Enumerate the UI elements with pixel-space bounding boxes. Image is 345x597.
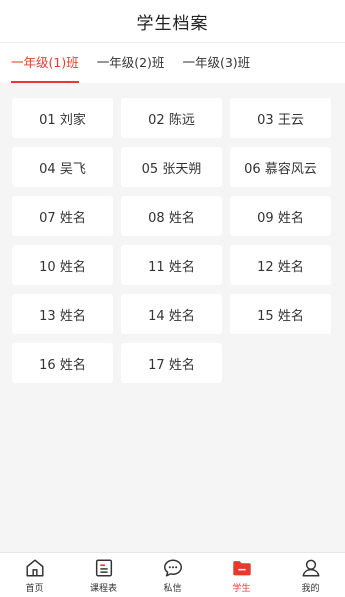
- tabbar-label: 我的: [301, 583, 320, 594]
- student-card[interactable]: 14 姓名: [121, 294, 222, 334]
- student-card[interactable]: 15 姓名: [230, 294, 331, 334]
- student-card[interactable]: 03 王云: [230, 98, 331, 138]
- app-header: 学生档案: [0, 0, 345, 43]
- student-card[interactable]: 12 姓名: [230, 245, 331, 285]
- tab-class-1[interactable]: 一年级(1)班: [11, 43, 79, 83]
- tabbar-label: 学生: [232, 583, 251, 594]
- student-card[interactable]: 08 姓名: [121, 196, 222, 236]
- class-tabs: 一年级(1)班 一年级(2)班 一年级(3)班: [0, 43, 345, 84]
- tab-class-2[interactable]: 一年级(2)班: [97, 43, 165, 83]
- student-card[interactable]: 13 姓名: [12, 294, 113, 334]
- schedule-icon: [95, 558, 112, 577]
- tabbar-item-messages[interactable]: 私信: [138, 557, 207, 594]
- message-icon: [163, 558, 182, 577]
- tabbar-label: 课程表: [89, 583, 117, 594]
- student-card[interactable]: 06 慕容风云: [230, 147, 331, 187]
- student-grid: 01 刘家 02 陈远 03 王云 04 吴飞 05 张天朔 06 慕容风云 0…: [0, 83, 345, 383]
- student-card[interactable]: 04 吴飞: [12, 147, 113, 187]
- student-card[interactable]: 07 姓名: [12, 196, 113, 236]
- student-card[interactable]: 09 姓名: [230, 196, 331, 236]
- tabbar-label: 私信: [163, 583, 182, 594]
- student-card[interactable]: 10 姓名: [12, 245, 113, 285]
- home-icon: [25, 558, 44, 577]
- tab-class-3[interactable]: 一年级(3)班: [182, 43, 250, 83]
- user-icon: [301, 559, 320, 577]
- tabbar-item-home[interactable]: 首页: [0, 557, 69, 594]
- student-card[interactable]: 01 刘家: [12, 98, 113, 138]
- student-card[interactable]: 02 陈远: [121, 98, 222, 138]
- student-card[interactable]: 05 张天朔: [121, 147, 222, 187]
- student-card[interactable]: 11 姓名: [121, 245, 222, 285]
- page-title: 学生档案: [136, 13, 209, 34]
- tabbar-label: 首页: [25, 583, 44, 594]
- student-list-area: 01 刘家 02 陈远 03 王云 04 吴飞 05 张天朔 06 慕容风云 0…: [0, 83, 345, 553]
- tabbar-item-profile[interactable]: 我的: [276, 557, 345, 594]
- tabbar-item-students[interactable]: 学生: [207, 557, 276, 594]
- student-card[interactable]: 17 姓名: [121, 343, 222, 383]
- tabbar-item-schedule[interactable]: 课程表: [69, 557, 138, 594]
- bottom-tabbar: 首页 课程表 私信 学生 我的: [0, 552, 345, 597]
- folder-icon: [232, 560, 251, 575]
- student-card[interactable]: 16 姓名: [12, 343, 113, 383]
